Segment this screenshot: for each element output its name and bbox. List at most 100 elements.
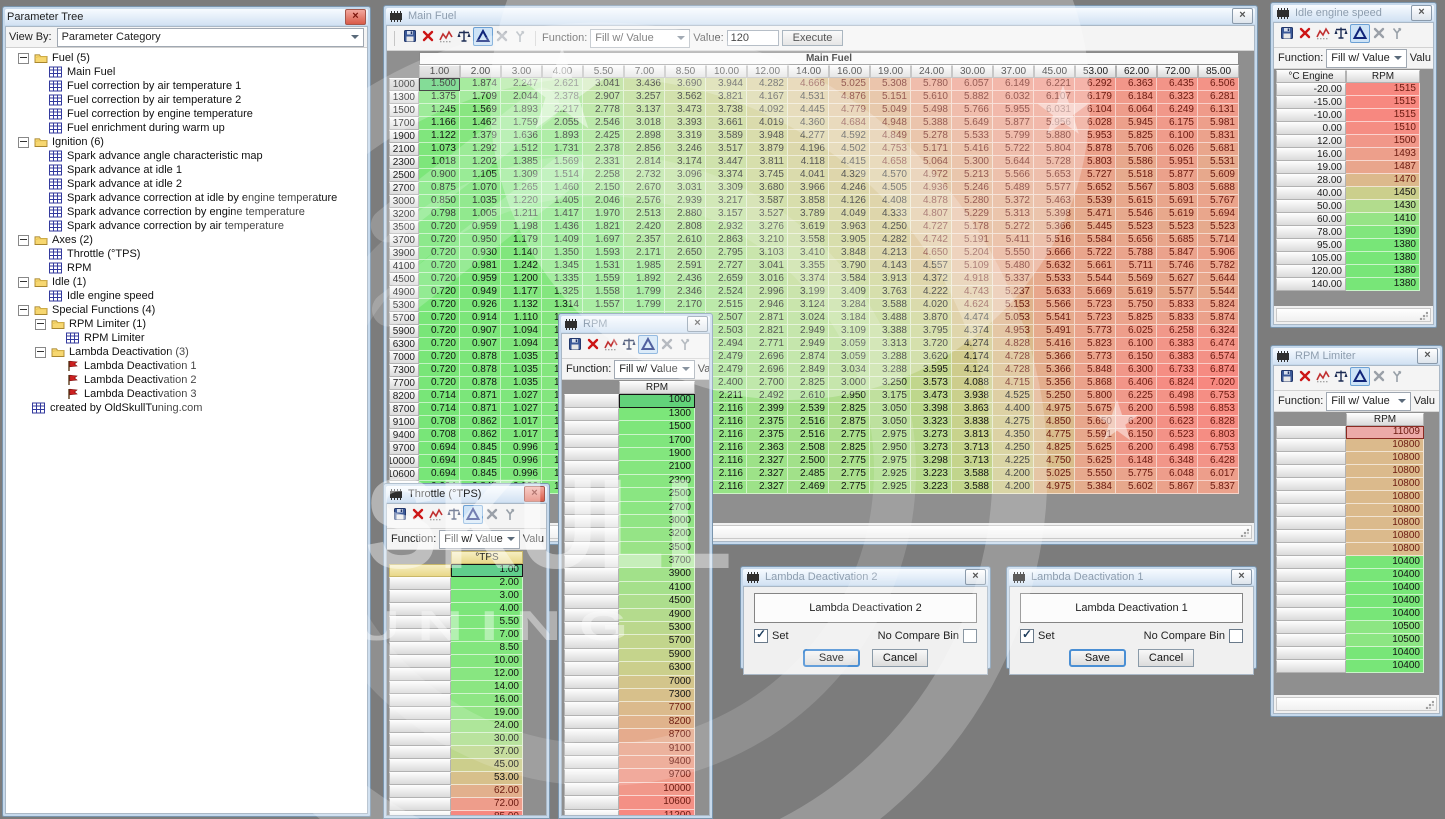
close-icon[interactable] — [345, 9, 366, 25]
fuel-cell[interactable]: 5.398 — [1034, 208, 1075, 221]
fuel-cell[interactable]: 3.589 — [706, 130, 747, 143]
fuel-cell[interactable]: 4.049 — [829, 208, 870, 221]
fuel-cell[interactable]: 2.539 — [788, 403, 829, 416]
row-header[interactable]: 2700 — [389, 182, 419, 195]
curve-icon[interactable] — [602, 336, 620, 353]
tree-item[interactable]: Spark advance at idle 2 — [6, 177, 367, 191]
value-cell[interactable]: 4.00 — [451, 603, 523, 616]
fuel-cell[interactable]: 6.017 — [1198, 468, 1239, 481]
value-cell[interactable]: 1515 — [1346, 109, 1420, 122]
fuel-cell[interactable]: 5.550 — [1075, 468, 1116, 481]
fuel-cell[interactable]: 2.874 — [788, 351, 829, 364]
row-header[interactable] — [564, 502, 619, 515]
row-header[interactable] — [389, 564, 451, 577]
value-cell[interactable]: 10600 — [619, 796, 695, 809]
row-header[interactable] — [1276, 556, 1346, 569]
close-icon[interactable] — [1231, 569, 1252, 585]
row-header[interactable] — [389, 629, 451, 642]
fuel-cell[interactable]: 3.103 — [747, 247, 788, 260]
fuel-cell[interactable]: 2.524 — [706, 286, 747, 299]
value-cell[interactable]: 72.00 — [451, 798, 523, 811]
column-header[interactable]: RPM — [619, 381, 695, 394]
fuel-cell[interactable]: 5.882 — [952, 91, 993, 104]
row-header[interactable] — [389, 642, 451, 655]
tree-item[interactable]: Fuel correction by air temperature 1 — [6, 79, 367, 93]
row-header[interactable] — [1276, 621, 1346, 634]
fuel-cell[interactable]: 2.950 — [829, 390, 870, 403]
fuel-cell[interactable]: 3.273 — [911, 429, 952, 442]
row-header[interactable] — [1276, 439, 1346, 452]
cancel-button[interactable]: Cancel — [872, 649, 928, 667]
delete-x-icon[interactable] — [1296, 25, 1314, 42]
fuel-cell[interactable]: 5.868 — [1075, 377, 1116, 390]
delete-x-icon[interactable] — [419, 28, 437, 45]
row-header[interactable] — [389, 603, 451, 616]
fuel-cell[interactable]: 3.588 — [952, 481, 993, 494]
row-header[interactable] — [564, 488, 619, 501]
tree-item[interactable]: Lambda Deactivation 3 — [6, 387, 367, 401]
fuel-cell[interactable]: 5.691 — [1157, 195, 1198, 208]
fuel-cell[interactable]: 2.546 — [583, 117, 624, 130]
fuel-cell[interactable]: 3.619 — [788, 221, 829, 234]
fuel-cell[interactable]: 2.331 — [583, 156, 624, 169]
fuel-cell[interactable]: 2.327 — [747, 455, 788, 468]
delta-icon[interactable] — [638, 335, 658, 354]
fuel-cell[interactable]: 5.727 — [1075, 169, 1116, 182]
tree-item[interactable]: Ignition (6) — [6, 135, 367, 149]
fuel-cell[interactable]: 5.280 — [952, 195, 993, 208]
value-cell[interactable]: 9400 — [619, 756, 695, 769]
fuel-cell[interactable]: 5.278 — [911, 130, 952, 143]
fuel-cell[interactable]: 1.070 — [460, 182, 501, 195]
value-cell[interactable]: 1470 — [1346, 174, 1420, 187]
row-header[interactable] — [564, 421, 619, 434]
row-header[interactable]: 7000 — [389, 351, 419, 364]
fuel-cell[interactable]: 5.445 — [1075, 221, 1116, 234]
fuel-cell[interactable]: 1.110 — [501, 312, 542, 325]
fuel-cell[interactable]: 3.963 — [829, 221, 870, 234]
value-cell[interactable]: 2500 — [619, 488, 695, 501]
fuel-cell[interactable]: 2.670 — [624, 182, 665, 195]
row-header[interactable]: 95.00 — [1276, 239, 1346, 252]
cancel-button[interactable]: Cancel — [1138, 649, 1194, 667]
row-header[interactable]: 4100 — [389, 260, 419, 273]
row-header[interactable] — [564, 622, 619, 635]
fuel-cell[interactable]: 2.996 — [747, 286, 788, 299]
row-header[interactable]: 140.00 — [1276, 278, 1346, 291]
fuel-cell[interactable]: 3.041 — [583, 78, 624, 91]
row-header[interactable]: 0.00 — [1276, 122, 1346, 135]
fuel-cell[interactable]: 3.374 — [706, 169, 747, 182]
fuel-cell[interactable]: 2.516 — [788, 429, 829, 442]
row-header[interactable]: 1000 — [389, 78, 419, 91]
fuel-cell[interactable]: 4.372 — [911, 273, 952, 286]
fuel-cell[interactable]: 5.681 — [1198, 143, 1239, 156]
row-header[interactable] — [564, 716, 619, 729]
fuel-cell[interactable]: 5.831 — [1198, 130, 1239, 143]
fuel-cell[interactable]: 1.198 — [501, 221, 542, 234]
row-header[interactable] — [1276, 543, 1346, 556]
fuel-cell[interactable]: 2.949 — [788, 338, 829, 351]
value-cell[interactable]: 10800 — [1346, 530, 1424, 543]
row-header[interactable]: 3200 — [389, 208, 419, 221]
row-header[interactable]: 10600 — [389, 468, 419, 481]
corner-header[interactable]: °C Engine — [1276, 70, 1346, 83]
value-cell[interactable]: 45.00 — [451, 759, 523, 772]
fuel-cell[interactable]: 5.767 — [1198, 195, 1239, 208]
fuel-cell[interactable]: 4.167 — [747, 91, 788, 104]
fuel-cell[interactable]: 4.196 — [788, 143, 829, 156]
fuel-cell[interactable]: 1.892 — [624, 273, 665, 286]
fuel-cell[interactable]: 5.566 — [993, 169, 1034, 182]
fuel-cell[interactable]: 3.000 — [829, 377, 870, 390]
fuel-cell[interactable]: 5.833 — [1157, 312, 1198, 325]
fuel-cell[interactable]: 2.907 — [583, 91, 624, 104]
value-cell[interactable]: 9700 — [619, 769, 695, 782]
fuel-cell[interactable]: 6.828 — [1198, 416, 1239, 429]
fuel-cell[interactable]: 4.020 — [911, 299, 952, 312]
fuel-cell[interactable]: 5.567 — [1116, 182, 1157, 195]
fuel-cell[interactable]: 1.105 — [460, 169, 501, 182]
fuel-cell[interactable]: 6.523 — [1157, 429, 1198, 442]
fuel-cell[interactable]: 2.500 — [788, 455, 829, 468]
fuel-cell[interactable]: 6.281 — [1198, 91, 1239, 104]
fuel-cell[interactable]: 5.491 — [1034, 325, 1075, 338]
value-cell[interactable]: 1380 — [1346, 265, 1420, 278]
fuel-cell[interactable]: 2.357 — [624, 234, 665, 247]
